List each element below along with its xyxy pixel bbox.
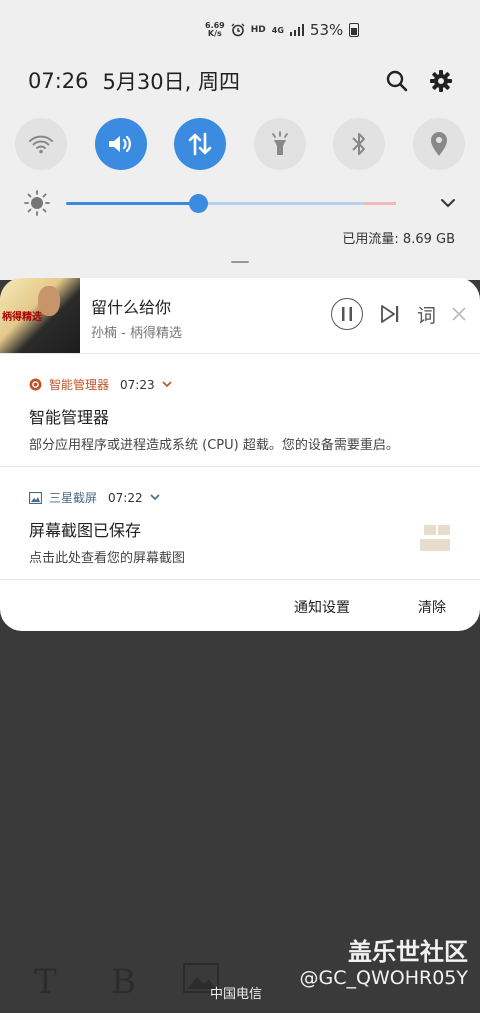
volume-icon <box>108 135 131 153</box>
notification-app-name: 三星截屏 <box>49 491 98 505</box>
brightness-row <box>24 188 456 218</box>
mobile-data-tile[interactable] <box>174 118 227 170</box>
notification-title: 屏幕截图已保存 <box>29 521 142 540</box>
bluetooth-icon <box>352 133 366 155</box>
hd-label: HD <box>250 25 266 35</box>
data-transfer-icon <box>188 132 212 156</box>
flashlight-icon <box>271 131 288 155</box>
chevron-down-icon[interactable] <box>162 381 172 388</box>
notification-card: 柄得精选 留什么给你 孙楠 - 柄得精选 词 智能管理器 07:23 智能管理器… <box>0 278 480 631</box>
brightness-high-zone <box>364 201 396 205</box>
album-art: 柄得精选 <box>0 278 80 353</box>
gear-icon[interactable] <box>430 70 452 92</box>
notification-screenshot[interactable]: 三星截屏 07:22 屏幕截图已保存 点击此处查看您的屏幕截图 <box>0 467 480 580</box>
network-type: 4G <box>271 25 284 35</box>
wifi-icon <box>29 135 53 154</box>
wifi-tile[interactable] <box>15 118 67 170</box>
flashlight-tile[interactable] <box>253 118 306 170</box>
battery-percent: 53% <box>309 21 344 39</box>
header-row: 07:26 5月30日, 周四 <box>28 64 452 98</box>
status-bar: 6.69 K/s HD 4G 53% <box>205 14 360 46</box>
brightness-icon <box>24 190 50 216</box>
location-icon <box>430 132 447 156</box>
chevron-down-icon[interactable] <box>150 494 160 501</box>
clock: 07:26 <box>28 69 89 93</box>
notification-app-name: 智能管理器 <box>49 378 110 392</box>
pause-button[interactable] <box>330 298 363 330</box>
notification-body: 部分应用程序或进程造成系统 (CPU) 超载。您的设备需要重启。 <box>29 438 399 453</box>
image-icon <box>29 491 42 504</box>
watermark-title: 盖乐世社区 <box>348 938 468 966</box>
notification-settings-button[interactable]: 通知设置 <box>260 597 384 617</box>
album-art-text: 柄得精选 <box>2 312 42 323</box>
notification-body: 点击此处查看您的屏幕截图 <box>29 551 186 566</box>
song-title: 留什么给你 <box>91 298 172 317</box>
clear-button[interactable]: 清除 <box>384 597 480 617</box>
date: 5月30日, 周四 <box>102 70 240 94</box>
lyrics-button[interactable]: 词 <box>417 301 436 328</box>
quick-settings <box>15 118 465 172</box>
drag-handle[interactable] <box>231 261 249 263</box>
location-tile[interactable] <box>412 118 465 170</box>
notification-smart-manager[interactable]: 智能管理器 07:23 智能管理器 部分应用程序或进程造成系统 (CPU) 超载… <box>0 354 480 467</box>
network-speed: 6.69 K/s <box>205 21 225 38</box>
notification-title: 智能管理器 <box>29 408 110 427</box>
brightness-slider[interactable] <box>66 193 396 213</box>
signal-icon <box>289 24 304 36</box>
brightness-thumb[interactable] <box>189 193 208 213</box>
next-track-icon[interactable] <box>379 304 401 324</box>
close-icon[interactable] <box>452 307 466 321</box>
media-notification[interactable]: 柄得精选 留什么给你 孙楠 - 柄得精选 词 <box>0 278 480 354</box>
chevron-down-icon[interactable] <box>440 198 456 208</box>
song-artist: 孙楠 - 柄得精选 <box>91 326 182 341</box>
notification-actions: 通知设置 清除 <box>260 597 480 617</box>
notification-time: 07:22 <box>108 490 143 505</box>
data-usage: 已用流量: 8.69 GB <box>342 232 455 247</box>
battery-icon <box>349 23 360 37</box>
sound-tile[interactable] <box>94 118 147 170</box>
alarm-icon <box>231 23 245 37</box>
carrier-label: 中国电信 <box>210 987 263 1002</box>
search-icon[interactable] <box>386 70 408 92</box>
smart-manager-icon <box>29 378 42 391</box>
pause-icon <box>341 307 352 321</box>
brightness-fill <box>66 201 198 205</box>
screenshot-thumbnail <box>416 513 452 553</box>
watermark-user: @GC_QWOHR05Y <box>299 967 468 989</box>
bg-toolbar-letter-b: B <box>111 962 136 1002</box>
notification-time: 07:23 <box>120 377 155 392</box>
bg-toolbar-letter-t: T <box>34 962 57 1002</box>
bluetooth-tile[interactable] <box>333 118 386 170</box>
